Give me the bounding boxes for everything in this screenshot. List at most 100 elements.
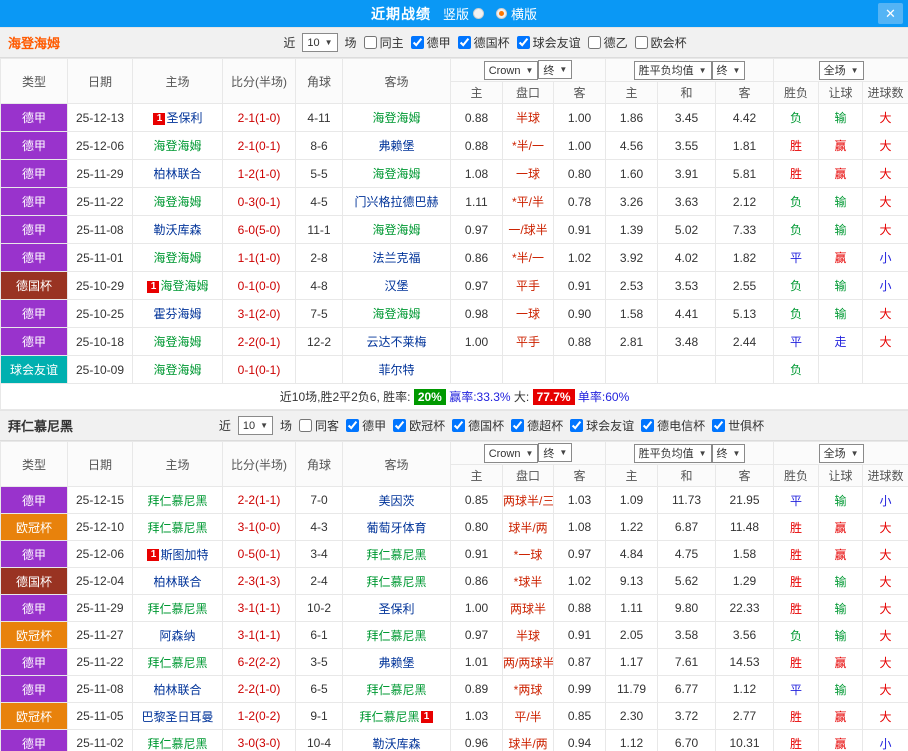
team-link[interactable]: 圣保利 xyxy=(166,111,202,125)
team-link[interactable]: 海登海姆 xyxy=(153,139,201,153)
team-link[interactable]: 海登海姆 xyxy=(372,223,420,237)
team-link[interactable]: 勒沃库森 xyxy=(372,737,420,751)
team-link[interactable]: 勒沃库森 xyxy=(153,223,201,237)
team-link[interactable]: 海登海姆 xyxy=(372,307,420,321)
team-link[interactable]: 海登海姆 xyxy=(153,363,201,377)
team-link[interactable]: 拜仁慕尼黑 xyxy=(147,494,207,508)
team-link[interactable]: 拜仁慕尼黑 xyxy=(147,521,207,535)
close-button[interactable]: ✕ xyxy=(878,3,903,24)
handicap-result-cell: 输 xyxy=(818,567,864,595)
mean-final-select[interactable]: 终 ▼ xyxy=(711,60,746,80)
filter-checkbox[interactable]: 德国杯 xyxy=(452,417,504,434)
team-link[interactable]: 法兰克福 xyxy=(372,251,420,265)
scope-select[interactable]: 全场 ▼ xyxy=(818,60,864,80)
scope-select[interactable]: 全场 ▼ xyxy=(818,443,864,463)
filter-checkbox[interactable]: 德甲 xyxy=(410,34,451,51)
checkbox-球会友谊[interactable] xyxy=(516,36,530,49)
team-link[interactable]: 拜仁慕尼黑 xyxy=(366,683,426,697)
away-odds-cell: 1.08 xyxy=(552,513,607,541)
team-link[interactable]: 海登海姆 xyxy=(372,111,420,125)
table-row: 德甲 25-11-01 海登海姆 1-1(1-0) 2-8 法兰克福 0.86 *半/一 1.0… xyxy=(0,243,908,272)
filter-checkbox[interactable]: 球会友谊 xyxy=(570,417,634,434)
mean-final-select[interactable]: 终 ▼ xyxy=(711,443,746,463)
handicap-result-cell: 赢 xyxy=(818,729,864,751)
checkbox-同客[interactable] xyxy=(299,419,313,432)
result-cell: 胜 xyxy=(773,513,820,541)
score-cell: 0-1(0-0) xyxy=(222,271,296,300)
bookmaker-select[interactable]: Crown ▼ xyxy=(483,444,539,463)
layout-option-vertical[interactable]: 竖版 xyxy=(443,4,484,23)
team-link[interactable]: 巴黎圣日耳曼 xyxy=(141,710,213,724)
mean-final-select-value: 终 xyxy=(716,65,728,77)
odds-final-select[interactable]: 终 ▼ xyxy=(538,60,573,79)
team-link[interactable]: 门兴格拉德巴赫 xyxy=(354,195,438,209)
layout-radio-0[interactable] xyxy=(473,8,484,19)
team-name[interactable]: 拜仁慕尼黑 xyxy=(8,416,73,435)
match-count-select[interactable]: 10 ▼ xyxy=(237,416,274,435)
team-link[interactable]: 葡萄牙体育 xyxy=(366,521,426,535)
match-count-select[interactable]: 10 ▼ xyxy=(302,33,338,52)
team-link[interactable]: 拜仁慕尼黑 xyxy=(366,629,426,643)
checkbox-欧冠杯[interactable] xyxy=(393,419,407,432)
team-link[interactable]: 斯图加特 xyxy=(160,548,208,562)
team-link[interactable]: 弗赖堡 xyxy=(378,656,414,670)
checkbox-德国杯[interactable] xyxy=(452,419,466,432)
filter-checkbox[interactable]: 同客 xyxy=(299,417,339,434)
team-link[interactable]: 拜仁慕尼黑 xyxy=(366,548,426,562)
team-link[interactable]: 海登海姆 xyxy=(153,195,201,209)
team-link[interactable]: 汉堡 xyxy=(384,279,408,293)
checkbox-德甲[interactable] xyxy=(410,36,424,49)
team-link[interactable]: 阿森纳 xyxy=(159,629,195,643)
checkbox-德超杯[interactable] xyxy=(511,419,525,432)
home-team-cell: 1 海登海姆 xyxy=(132,271,223,300)
corner-cell: 7-5 xyxy=(295,299,343,328)
team-link[interactable]: 拜仁慕尼黑 xyxy=(366,575,426,589)
team-link[interactable]: 弗赖堡 xyxy=(378,139,414,153)
team-link[interactable]: 柏林联合 xyxy=(153,575,201,589)
checkbox-德电信杯[interactable] xyxy=(641,419,655,432)
team-link[interactable]: 霍芬海姆 xyxy=(153,307,201,321)
team-link[interactable]: 海登海姆 xyxy=(153,251,201,265)
checkbox-世俱杯[interactable] xyxy=(712,419,726,432)
team-link[interactable]: 美因茨 xyxy=(378,494,414,508)
filter-checkbox[interactable]: 德超杯 xyxy=(511,417,563,434)
checkbox-同主[interactable] xyxy=(363,36,377,49)
team-link[interactable]: 海登海姆 xyxy=(160,279,208,293)
team-link[interactable]: 柏林联合 xyxy=(153,683,201,697)
mean-select[interactable]: 胜平负均值 ▼ xyxy=(633,443,712,463)
team-link[interactable]: 拜仁慕尼黑 xyxy=(147,737,207,751)
mean-home-cell xyxy=(605,355,659,384)
filter-checkbox[interactable]: 球会友谊 xyxy=(516,34,581,51)
checkbox-德乙[interactable] xyxy=(587,36,601,49)
filter-checkbox[interactable]: 德乙 xyxy=(587,34,628,51)
filter-checkbox[interactable]: 同主 xyxy=(363,34,404,51)
team-link[interactable]: 柏林联合 xyxy=(153,167,201,181)
filter-checkbox[interactable]: 德国杯 xyxy=(457,34,510,51)
bookmaker-select[interactable]: Crown ▼ xyxy=(483,61,539,80)
checkbox-德甲[interactable] xyxy=(346,419,360,432)
filter-checkbox[interactable]: 世俱杯 xyxy=(712,417,764,434)
odds-final-select[interactable]: 终 ▼ xyxy=(538,443,573,462)
filter-checkbox[interactable]: 德电信杯 xyxy=(641,417,705,434)
home-team-cell: 1 圣保利 xyxy=(132,103,223,132)
filter-checkbox[interactable]: 欧冠杯 xyxy=(393,417,445,434)
layout-option-horizontal[interactable]: 横版 xyxy=(496,4,537,23)
checkbox-德国杯[interactable] xyxy=(457,36,471,49)
checkbox-欧会杯[interactable] xyxy=(634,36,648,49)
mean-select[interactable]: 胜平负均值 ▼ xyxy=(633,60,712,80)
filter-checkbox[interactable]: 德甲 xyxy=(346,417,386,434)
team-link[interactable]: 圣保利 xyxy=(378,602,414,616)
team-link[interactable]: 海登海姆 xyxy=(372,167,420,181)
team-link[interactable]: 海登海姆 xyxy=(153,335,201,349)
team-link[interactable]: 拜仁慕尼黑 xyxy=(359,710,419,724)
layout-radio-1[interactable] xyxy=(496,8,507,19)
team-link[interactable]: 拜仁慕尼黑 xyxy=(147,602,207,616)
big-rate-label: 大: xyxy=(513,390,533,404)
league-type-cell: 球会友谊 xyxy=(0,355,68,384)
team-link[interactable]: 拜仁慕尼黑 xyxy=(147,656,207,670)
checkbox-球会友谊[interactable] xyxy=(570,419,584,432)
team-link[interactable]: 云达不莱梅 xyxy=(366,335,426,349)
team-link[interactable]: 菲尔特 xyxy=(378,363,414,377)
filter-checkbox[interactable]: 欧会杯 xyxy=(634,34,687,51)
team-name[interactable]: 海登海姆 xyxy=(8,33,60,52)
